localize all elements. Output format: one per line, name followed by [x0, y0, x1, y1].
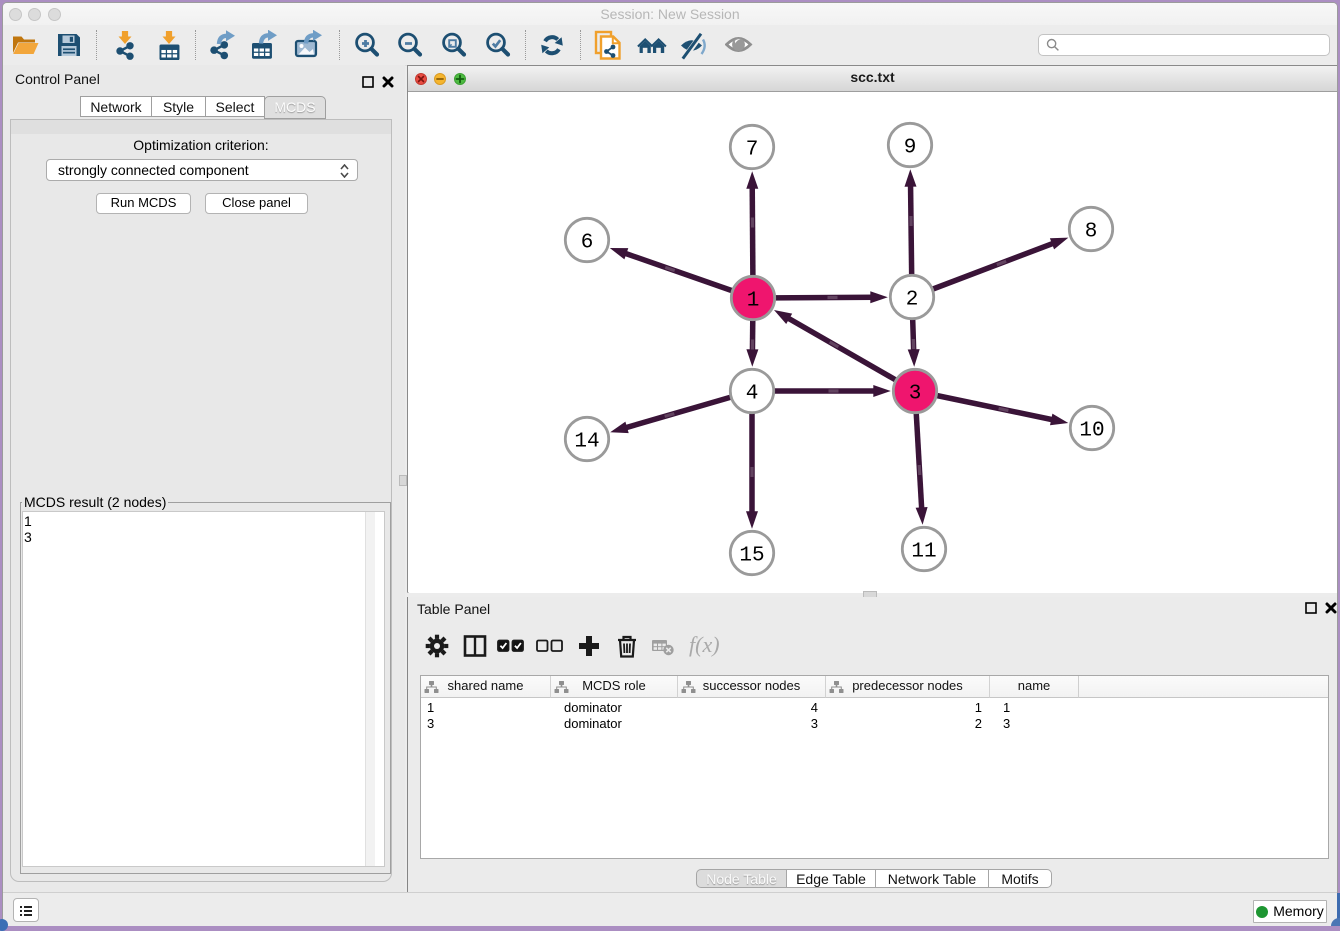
svg-text:7: 7	[746, 139, 759, 162]
svg-text:11: 11	[911, 541, 936, 564]
svg-text:3: 3	[909, 383, 922, 406]
svg-text:9: 9	[904, 137, 917, 160]
svg-text:4: 4	[746, 383, 759, 406]
svg-text:10: 10	[1079, 420, 1104, 443]
svg-text:2: 2	[906, 289, 919, 312]
svg-text:6: 6	[581, 232, 594, 255]
svg-text:1: 1	[747, 290, 760, 313]
svg-text:15: 15	[739, 545, 764, 568]
svg-text:8: 8	[1085, 221, 1098, 244]
svg-text:14: 14	[574, 431, 599, 454]
